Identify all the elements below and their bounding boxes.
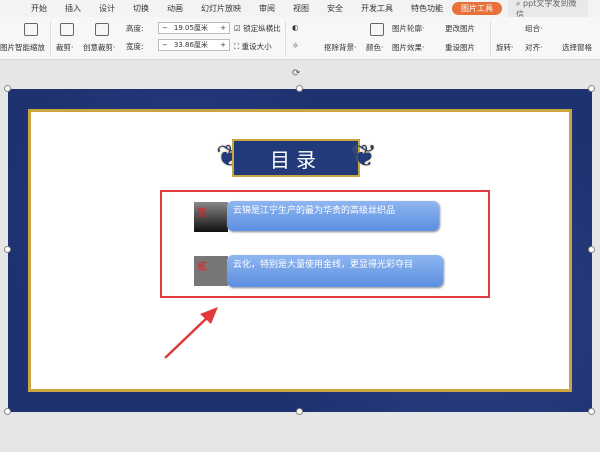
annotation-arrow-icon	[164, 307, 218, 359]
